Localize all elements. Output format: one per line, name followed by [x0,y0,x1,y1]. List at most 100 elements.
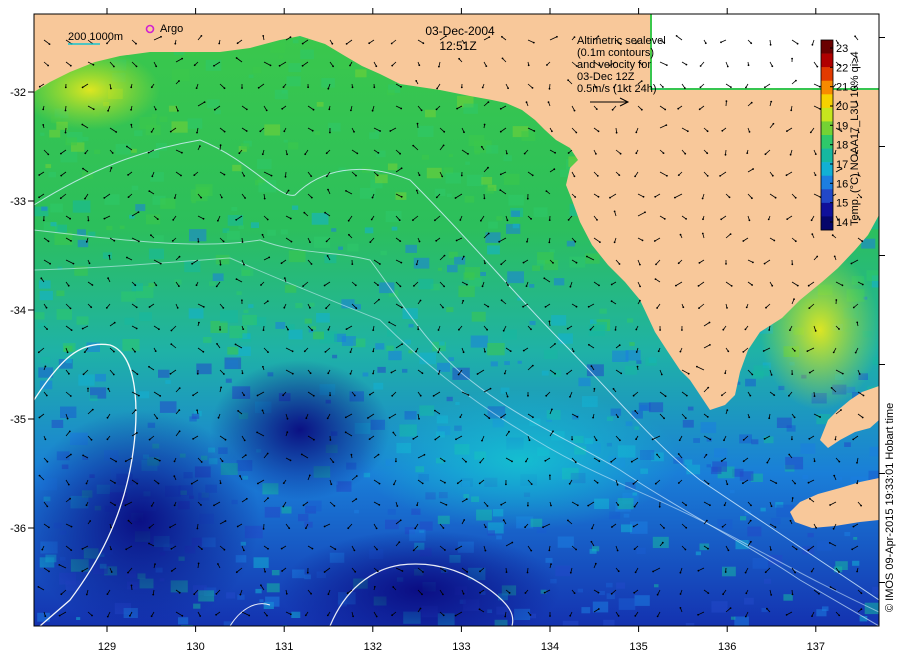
velocity-arrowhead [744,328,747,331]
velocity-arrowhead [44,365,47,368]
velocity-arrowhead [630,460,633,463]
velocity-arrowhead [418,240,421,243]
velocity-arrowhead [854,35,856,38]
velocity-arrowhead [241,87,243,89]
svg-text:Altimetric sealevel: Altimetric sealevel [577,35,666,47]
velocity-arrowhead [423,453,426,456]
velocity-arrowhead [654,278,657,280]
velocity-arrowhead [661,541,664,544]
velocity-arrowhead [500,503,503,506]
velocity-arrowhead [158,328,160,331]
velocity-arrowhead [632,394,635,397]
velocity-arrowhead [829,586,832,588]
velocity-arrowhead [126,256,128,259]
velocity-arrowhead [262,528,265,530]
velocity-arrowhead [704,42,707,45]
velocity-arrowhead [816,255,819,258]
svg-text:and velocity for: and velocity for [577,59,651,71]
velocity-arrowhead [412,549,415,552]
velocity-arrowhead [722,328,725,331]
velocity-arrowhead [745,86,747,89]
velocity-arrowhead [726,409,729,411]
velocity-arrowhead [47,240,50,243]
velocity-arrowhead [154,108,157,111]
velocity-arrowhead [478,608,481,611]
velocity-arrowhead [369,393,371,396]
velocity-arrowhead [454,614,457,617]
velocity-arrowhead [280,547,283,550]
velocity-arrowhead [830,387,833,389]
velocity-arrowhead [587,504,590,507]
velocity-arrowhead [807,284,810,287]
velocity-arrowhead [417,328,420,331]
velocity-arrowhead [64,86,67,89]
velocity-arrowhead [58,614,61,617]
velocity-arrowhead [309,306,311,309]
velocity-arrowhead [91,408,94,411]
velocity-arrowhead [574,240,577,243]
velocity-arrowhead [136,482,139,485]
velocity-arrowhead [656,453,658,456]
velocity-arrowhead [838,328,840,330]
velocity-arrowhead [808,437,811,440]
velocity-arrowhead [114,504,116,506]
velocity-arrowhead [571,438,573,441]
velocity-arrowhead [793,298,795,301]
velocity-arrowhead [856,321,859,324]
velocity-arrowhead [678,439,681,442]
velocity-arrowhead [501,35,503,38]
velocity-arrowhead [199,615,202,617]
x-tick-label: 133 [452,641,470,653]
velocity-arrowhead [87,387,89,390]
velocity-arrowhead [730,285,733,287]
velocity-arrowhead [544,306,547,308]
velocity-arrowhead [399,519,402,522]
velocity-arrowhead [598,460,601,463]
velocity-arrowhead [554,372,556,375]
velocity-arrowhead [656,615,659,618]
velocity-arrowhead [331,42,334,45]
velocity-arrowhead [130,86,133,89]
velocity-arrowhead [377,453,380,456]
velocity-arrowhead [551,408,553,411]
velocity-arrowhead [677,453,680,455]
velocity-arrowhead [586,255,588,258]
velocity-arrowhead [816,65,819,68]
velocity-arrowhead [419,299,422,302]
velocity-arrowhead [110,167,113,169]
velocity-arrowhead [197,562,200,565]
velocity-arrowhead [311,547,314,550]
velocity-arrowhead [68,430,71,433]
velocity-arrowhead [47,64,49,67]
velocity-arrowhead [267,497,269,499]
velocity-arrowhead [287,189,290,192]
velocity-arrowhead [460,86,463,89]
velocity-arrowhead [127,196,130,199]
velocity-arrowhead [444,549,446,551]
velocity-arrowhead [48,43,51,45]
velocity-arrowhead [169,372,172,375]
velocity-arrowhead [327,188,329,191]
velocity-arrowhead [442,593,444,596]
velocity-arrowhead [634,571,637,574]
velocity-arrowhead [764,153,767,156]
velocity-arrowhead [566,372,568,375]
velocity-arrowhead [178,409,181,411]
velocity-arrowhead [500,263,503,266]
velocity-arrowhead [479,461,482,464]
velocity-arrowhead [745,592,748,595]
velocity-arrowhead [418,417,420,420]
x-tick-label: 131 [275,641,293,653]
velocity-arrowhead [569,285,572,288]
velocity-arrowhead [281,570,283,572]
velocity-arrowhead [310,263,313,265]
velocity-arrowhead [388,416,391,419]
velocity-arrowhead [70,453,72,456]
velocity-arrowhead [372,372,374,375]
velocity-arrowhead [663,527,665,529]
velocity-arrowhead [662,152,665,155]
velocity-arrowhead [399,285,402,288]
velocity-arrowhead [706,416,709,418]
velocity-arrowhead [180,174,182,177]
velocity-arrowhead [156,218,159,221]
